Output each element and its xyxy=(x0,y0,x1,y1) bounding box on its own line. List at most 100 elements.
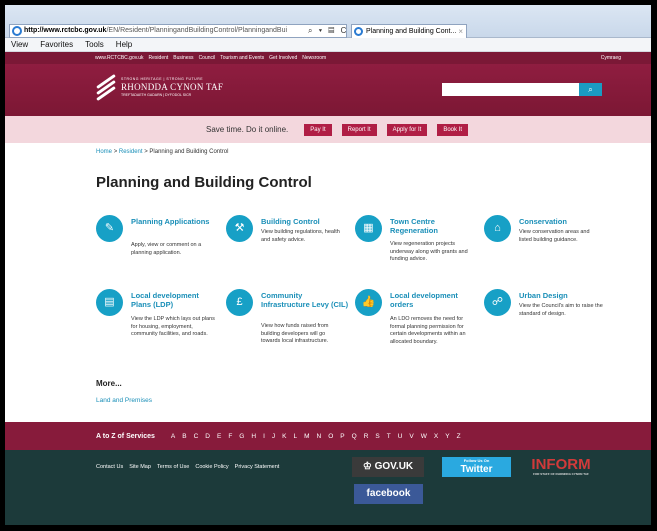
apply-for-it-button[interactable]: Apply for It xyxy=(386,123,428,136)
footer-privacy-link[interactable]: Privacy Statement xyxy=(235,464,280,470)
inform-badge[interactable]: INFORM FOR STAFF OF RHONDDA CYNON TAF xyxy=(525,455,597,476)
az-letter[interactable]: F xyxy=(228,433,232,440)
az-letter[interactable]: K xyxy=(282,433,286,440)
logo-tagline: STRONG HERITAGE | STRONG FUTURE xyxy=(121,77,204,81)
az-letter[interactable]: X xyxy=(434,433,438,440)
ie-icon xyxy=(12,26,22,36)
service-desc: View the Council's aim to raise the stan… xyxy=(519,303,603,317)
az-letter[interactable]: G xyxy=(239,433,244,440)
main-content: Home > Resident > Planning and Building … xyxy=(5,143,651,410)
page-title: Planning and Building Control xyxy=(96,174,312,191)
utility-link[interactable]: www.RCTCBC.gov.uk xyxy=(95,52,144,64)
search-button[interactable]: ⌕ xyxy=(579,83,602,96)
tab-title: Planning and Building Cont... xyxy=(366,28,457,35)
az-letter[interactable]: Z xyxy=(457,433,461,440)
menu-help[interactable]: Help xyxy=(116,38,132,51)
footer-cookie-link[interactable]: Cookie Policy xyxy=(195,464,228,470)
browser-toolbar: http://www.rctcbc.gov.uk/EN/Resident/Pla… xyxy=(5,5,651,38)
site-footer: Contact Us Site Map Terms of Use Cookie … xyxy=(5,450,651,525)
browser-window: http://www.rctcbc.gov.uk/EN/Resident/Pla… xyxy=(5,5,651,525)
service-title[interactable]: Planning Applications xyxy=(131,217,221,226)
inform-label: INFORM xyxy=(531,456,591,473)
menu-tools[interactable]: Tools xyxy=(85,38,104,51)
address-bar[interactable]: http://www.rctcbc.gov.uk/EN/Resident/Pla… xyxy=(9,24,347,38)
az-letter[interactable]: V xyxy=(409,433,413,440)
utility-link[interactable]: Council xyxy=(199,52,216,64)
az-letter[interactable]: S xyxy=(375,433,379,440)
breadcrumb-resident[interactable]: Resident xyxy=(119,149,143,155)
breadcrumb-home[interactable]: Home xyxy=(96,149,112,155)
welsh-language-link[interactable]: Cymraeg xyxy=(601,52,621,64)
utility-link[interactable]: Business xyxy=(173,52,193,64)
council-logo[interactable]: STRONG HERITAGE | STRONG FUTURE RHONDDA … xyxy=(95,73,224,102)
facebook-badge[interactable]: facebook xyxy=(354,484,423,504)
promo-bar: Save time. Do it online. Pay It Report I… xyxy=(5,116,651,143)
network-icon: ☍ xyxy=(484,289,511,316)
az-letter[interactable]: Q xyxy=(352,433,357,440)
az-letter[interactable]: O xyxy=(328,433,333,440)
az-letter[interactable]: I xyxy=(263,433,265,440)
buildings-icon: ▦ xyxy=(355,215,382,242)
footer-contact-link[interactable]: Contact Us xyxy=(96,464,123,470)
az-letter[interactable]: R xyxy=(364,433,369,440)
az-letter[interactable]: L xyxy=(293,433,297,440)
twitter-badge[interactable]: Follow Us On Twitter xyxy=(442,457,511,477)
service-title[interactable]: Local development orders xyxy=(390,291,480,309)
promo-text: Save time. Do it online. xyxy=(206,125,289,134)
tab-close-icon[interactable]: × xyxy=(458,25,463,38)
az-letter[interactable]: J xyxy=(272,433,275,440)
az-letter[interactable]: U xyxy=(398,433,403,440)
inform-sub: FOR STAFF OF RHONDDA CYNON TAF xyxy=(533,472,589,476)
footer-links: Contact Us Site Map Terms of Use Cookie … xyxy=(96,464,279,470)
service-title[interactable]: Conservation xyxy=(519,217,609,226)
service-title[interactable]: Urban Design xyxy=(519,291,609,300)
service-desc: Apply, view or comment on a planning app… xyxy=(131,242,202,256)
book-it-button[interactable]: Book It xyxy=(437,123,468,136)
service-title[interactable]: Community Infrastructure Levy (CIL) xyxy=(261,291,351,309)
menu-favorites[interactable]: Favorites xyxy=(40,38,73,51)
service-title[interactable]: Building Control xyxy=(261,217,351,226)
report-it-button[interactable]: Report It xyxy=(341,123,377,136)
pay-it-button[interactable]: Pay It xyxy=(304,123,332,136)
utility-link[interactable]: Tourism and Events xyxy=(220,52,264,64)
utility-link[interactable]: Get Involved xyxy=(269,52,297,64)
az-letter[interactable]: E xyxy=(217,433,221,440)
site-header: STRONG HERITAGE | STRONG FUTURE RHONDDA … xyxy=(5,64,651,116)
az-letter[interactable]: T xyxy=(387,433,391,440)
az-letter[interactable]: N xyxy=(317,433,322,440)
address-tools[interactable]: ⌕ ▾ ▤ C ✕ xyxy=(306,25,346,37)
breadcrumb-current: Planning and Building Control xyxy=(149,149,229,155)
address-path: /EN/Resident/PlanningandBuildingControl/… xyxy=(106,27,288,34)
az-letter[interactable]: M xyxy=(304,433,309,440)
money-icon: £ xyxy=(226,289,253,316)
menu-view[interactable]: View xyxy=(11,38,28,51)
az-letter[interactable]: C xyxy=(194,433,199,440)
a-to-z-letters: A B C D E F G H I J K L M N O P Q R S T xyxy=(171,433,461,440)
utility-link[interactable]: Resident xyxy=(149,52,169,64)
az-letter[interactable]: W xyxy=(421,433,427,440)
land-and-premises-link[interactable]: Land and Premises xyxy=(96,397,152,404)
az-letter[interactable]: D xyxy=(205,433,210,440)
footer-terms-link[interactable]: Terms of Use xyxy=(157,464,189,470)
service-desc: An LDO removes the need for formal plann… xyxy=(390,316,466,345)
breadcrumb: Home > Resident > Planning and Building … xyxy=(96,149,651,155)
address-host: http://www.rctcbc.gov.uk xyxy=(24,27,107,34)
az-letter[interactable]: H xyxy=(251,433,256,440)
az-letter[interactable]: P xyxy=(340,433,344,440)
browser-tab[interactable]: Planning and Building Cont... × xyxy=(351,24,467,38)
more-heading: More... xyxy=(96,379,122,388)
logo-name: RHONDDA CYNON TAF xyxy=(121,82,224,92)
search-icon: ⌕ xyxy=(588,85,593,94)
search-input[interactable] xyxy=(442,83,579,96)
gov-uk-badge[interactable]: ♔ GOV.UK xyxy=(352,457,424,477)
utility-link[interactable]: Newsroom xyxy=(302,52,326,64)
service-title[interactable]: Local development Plans (LDP) xyxy=(131,291,221,309)
tab-ie-icon xyxy=(354,27,363,36)
service-desc: View regeneration projects underway alon… xyxy=(390,241,468,262)
az-letter[interactable]: A xyxy=(171,433,175,440)
az-letter[interactable]: Y xyxy=(445,433,449,440)
footer-sitemap-link[interactable]: Site Map xyxy=(129,464,151,470)
az-letter[interactable]: B xyxy=(182,433,186,440)
service-title[interactable]: Town Centre Regeneration xyxy=(390,217,480,235)
a-to-z-label[interactable]: A to Z of Services xyxy=(96,433,155,440)
